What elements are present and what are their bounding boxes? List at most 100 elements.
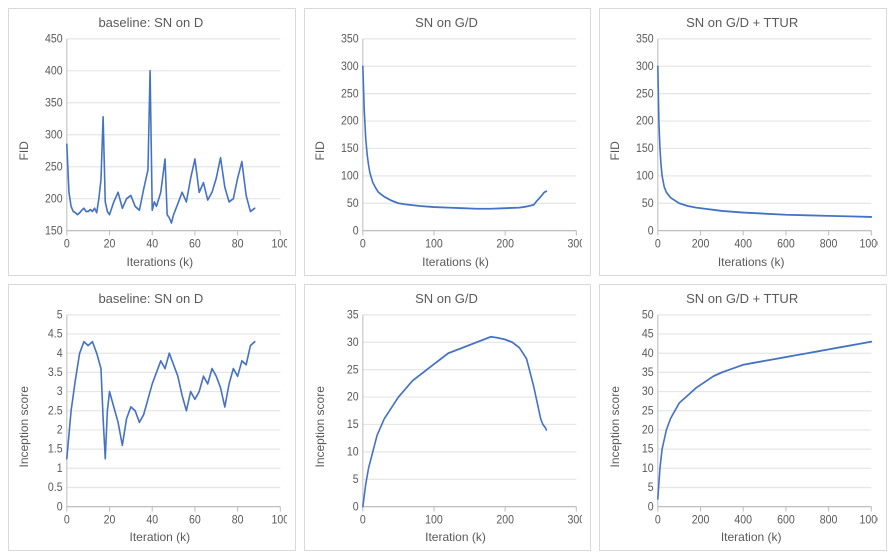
x-tick-label: 600 bbox=[777, 238, 795, 251]
x-tick-label: 300 bbox=[567, 238, 582, 251]
y-tick-label: 45 bbox=[642, 328, 654, 341]
x-axis-label: Iterations (k) bbox=[329, 255, 583, 269]
x-tick-label: 80 bbox=[232, 238, 244, 251]
y-tick-label: 15 bbox=[642, 443, 654, 456]
y-tick-label: 150 bbox=[636, 142, 654, 155]
x-tick-label: 60 bbox=[189, 238, 201, 251]
x-tick-label: 400 bbox=[735, 238, 753, 251]
x-tick-label: 300 bbox=[567, 514, 582, 527]
chart-wrap: Inception score00.511.522.533.544.550204… bbox=[15, 310, 287, 545]
y-tick-label: 25 bbox=[642, 404, 654, 417]
x-tick-label: 40 bbox=[146, 238, 158, 251]
y-tick-label: 20 bbox=[346, 391, 358, 404]
x-tick-label: 0 bbox=[655, 238, 661, 251]
y-tick-label: 400 bbox=[45, 65, 63, 78]
chart-panel-top-left: baseline: SN on DFID15020025030035040045… bbox=[8, 8, 296, 276]
chart-wrap: FID150200250300350400450020406080100Iter… bbox=[15, 34, 287, 269]
chart-wrap: FID0501001502002503003500200400600800100… bbox=[606, 34, 878, 269]
x-tick-label: 800 bbox=[820, 514, 838, 527]
chart-panel-bot-right: SN on G/D + TTURInception score051015202… bbox=[599, 284, 887, 552]
chart-svg: 05010015020025030035002004006008001000 bbox=[624, 34, 878, 253]
y-tick-label: 450 bbox=[45, 34, 63, 46]
y-tick-label: 250 bbox=[636, 88, 654, 101]
y-tick-label: 0.5 bbox=[48, 481, 63, 494]
y-tick-label: 40 bbox=[642, 347, 654, 360]
y-tick-label: 30 bbox=[642, 385, 654, 398]
series-line bbox=[67, 71, 255, 223]
x-axis-label: Iterations (k) bbox=[624, 255, 878, 269]
chart-body: 05010015020025030035002004006008001000It… bbox=[624, 34, 878, 269]
x-axis-label: Iterations (k) bbox=[33, 255, 287, 269]
x-tick-label: 100 bbox=[271, 514, 286, 527]
chart-wrap: Inception score0510152025303540455002004… bbox=[606, 310, 878, 545]
y-axis-label: Inception score bbox=[606, 310, 624, 545]
y-tick-label: 4 bbox=[57, 347, 63, 360]
chart-svg: 0510152025303540455002004006008001000 bbox=[624, 310, 878, 529]
y-axis-label: Inception score bbox=[311, 310, 329, 545]
y-tick-label: 250 bbox=[341, 88, 359, 101]
y-tick-label: 35 bbox=[346, 310, 358, 322]
x-tick-label: 100 bbox=[425, 514, 443, 527]
x-tick-label: 100 bbox=[425, 238, 443, 251]
x-tick-label: 40 bbox=[146, 514, 158, 527]
chart-svg: 051015202530350100200300 bbox=[329, 310, 583, 529]
y-tick-label: 5 bbox=[352, 473, 358, 486]
y-axis-label: Inception score bbox=[15, 310, 33, 545]
x-axis-label: Iteration (k) bbox=[624, 530, 878, 544]
x-tick-label: 200 bbox=[692, 514, 710, 527]
y-tick-label: 1 bbox=[57, 462, 63, 475]
y-tick-label: 0 bbox=[352, 225, 358, 238]
chart-panel-bot-mid: SN on G/D Inception score 0 5 10 15 20 25 30 35 0 1… bbox=[304, 284, 592, 552]
x-axis-label: Iteration (k) bbox=[329, 530, 583, 544]
y-axis-label: FID bbox=[15, 34, 33, 269]
x-axis-label: Iteration (k) bbox=[33, 530, 287, 544]
chart-body: 0510152025303540455002004006008001000Ite… bbox=[624, 310, 878, 545]
chart-body: 0501001502002503003500100200300Iteration… bbox=[329, 34, 583, 269]
y-tick-label: 5 bbox=[57, 310, 63, 322]
y-tick-label: 50 bbox=[346, 197, 358, 210]
y-tick-label: 100 bbox=[341, 170, 359, 183]
y-tick-label: 25 bbox=[346, 363, 358, 376]
x-tick-label: 0 bbox=[360, 238, 366, 251]
y-tick-label: 200 bbox=[636, 115, 654, 128]
chart-title: baseline: SN on D bbox=[15, 15, 287, 30]
x-tick-label: 0 bbox=[655, 514, 661, 527]
y-tick-label: 50 bbox=[642, 197, 654, 210]
x-tick-label: 200 bbox=[692, 238, 710, 251]
chart-title: baseline: SN on D bbox=[15, 291, 287, 306]
chart-title: SN on G/D bbox=[311, 291, 583, 306]
chart-wrap: FID0501001502002503003500100200300Iterat… bbox=[311, 34, 583, 269]
y-tick-label: 15 bbox=[346, 418, 358, 431]
y-tick-label: 3.5 bbox=[48, 366, 63, 379]
series-line bbox=[67, 341, 255, 458]
x-tick-label: 100 bbox=[271, 238, 286, 251]
chart-panel-bot-left: baseline: SN on DInception score00.511.5… bbox=[8, 284, 296, 552]
x-tick-label: 0 bbox=[64, 238, 70, 251]
x-tick-label: 1000 bbox=[860, 238, 878, 251]
y-tick-label: 2.5 bbox=[48, 404, 63, 417]
chart-panel-top-mid: SN on G/DFID0501001502002503003500100200… bbox=[304, 8, 592, 276]
y-tick-label: 250 bbox=[45, 161, 63, 174]
chart-body: 150200250300350400450020406080100Iterati… bbox=[33, 34, 287, 269]
y-tick-label: 10 bbox=[346, 445, 358, 458]
y-tick-label: 300 bbox=[45, 129, 63, 142]
x-tick-label: 0 bbox=[360, 514, 366, 527]
y-tick-label: 200 bbox=[45, 193, 63, 206]
y-tick-label: 150 bbox=[45, 225, 63, 238]
y-tick-label: 2 bbox=[57, 423, 63, 436]
y-tick-label: 10 bbox=[642, 462, 654, 475]
x-tick-label: 0 bbox=[64, 514, 70, 527]
x-tick-label: 600 bbox=[777, 514, 795, 527]
chart-svg: 150200250300350400450020406080100 bbox=[33, 34, 287, 253]
x-tick-label: 80 bbox=[232, 514, 244, 527]
chart-body: 051015202530350100200300Iteration (k) bbox=[329, 310, 583, 545]
x-tick-label: 20 bbox=[104, 514, 116, 527]
y-tick-label: 150 bbox=[341, 142, 359, 155]
chart-body: 00.511.522.533.544.55020406080100Iterati… bbox=[33, 310, 287, 545]
y-tick-label: 50 bbox=[642, 310, 654, 322]
y-tick-label: 0 bbox=[352, 500, 358, 513]
series-line bbox=[658, 341, 871, 498]
x-tick-label: 400 bbox=[735, 514, 753, 527]
x-tick-label: 800 bbox=[820, 238, 838, 251]
y-tick-label: 30 bbox=[346, 336, 358, 349]
